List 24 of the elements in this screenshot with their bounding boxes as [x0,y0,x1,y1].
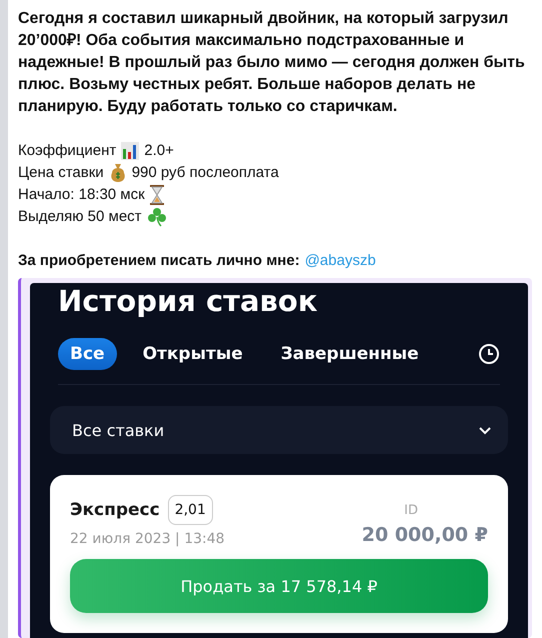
money-bag-icon [108,163,127,183]
tab[interactable]: Открытые [130,338,255,370]
bar-chart-icon [121,142,140,160]
id-label: ID [404,502,418,518]
odds-badge: 2,01 [168,495,213,525]
clover-icon [146,207,167,227]
contact-text: За приобретением писать лично мне: [18,251,300,271]
bets-dropdown[interactable]: Все ставки [50,406,508,454]
bet-amount: 20 000,00 ₽ [362,524,488,546]
bet-type: Экспресс [70,500,160,520]
detail-text: Выделяю 50 мест [18,207,142,227]
bet-date: 22 июля 2023 | 13:48 [70,531,225,547]
hourglass-icon [150,185,164,205]
chevron-down-icon [478,426,492,434]
detail-text: Начало: 18:30 мск [18,185,145,205]
screen-title: История ставок [58,283,319,319]
tab[interactable]: Все [58,338,117,370]
tab[interactable]: Завершенные [268,338,431,370]
detail-text: Цена ставки [18,163,104,183]
message-text: Сегодня я составил шикарный двойник, на который загрузил 20’000₽! Оба события максимально подстрахованные и надежные! В прошлый раз было мимо — сегодня должен быть плюс. Возьму честных ребят. Больше наборов делать не планирую. Буду работать только со старичкам. [18,9,526,117]
clock-icon[interactable] [478,343,500,365]
detail-text: 2.0+ [144,141,174,161]
detail-text: Коэффициент [18,141,116,161]
detail-text: 990 руб послеоплата [132,163,279,183]
